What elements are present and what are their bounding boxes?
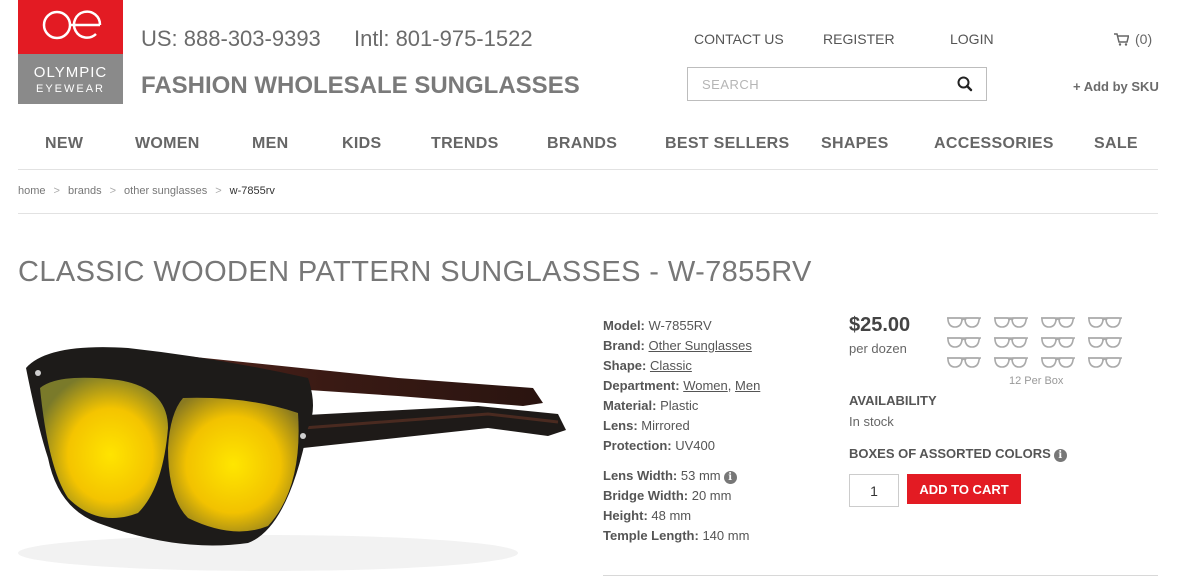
nav-item-accessories[interactable]: ACCESSORIES	[934, 135, 1054, 153]
price-unit: per dozen	[849, 341, 907, 356]
logo-subname: EYEWEAR	[35, 83, 105, 95]
nav-item-best-sellers[interactable]: BEST SELLERS	[665, 135, 790, 153]
logo-wordmark: OLYMPIC EYEWEAR	[18, 54, 123, 104]
logo-glasses-icon	[42, 10, 102, 40]
spec-bridge-width: Bridge Width: 20 mm	[603, 488, 732, 503]
nav-item-shapes[interactable]: SHAPES	[821, 135, 889, 153]
info-icon[interactable]: i	[1053, 449, 1067, 462]
contact-us-link[interactable]: CONTACT US	[694, 31, 784, 47]
register-link[interactable]: REGISTER	[823, 31, 895, 47]
spec-height: Height: 48 mm	[603, 508, 692, 523]
info-icon[interactable]: i	[723, 471, 737, 484]
breadcrumb-brands[interactable]: brands	[68, 185, 102, 197]
login-link[interactable]: LOGIN	[950, 31, 994, 47]
spec-lens-width: Lens Width: 53 mm i	[603, 468, 737, 484]
phone-us: US: 888-303-9393	[141, 26, 321, 51]
nav-item-sale[interactable]: SALE	[1094, 135, 1138, 153]
nav-item-women[interactable]: WOMEN	[135, 135, 200, 153]
price: $25.00	[849, 314, 911, 336]
breadcrumb-separator: >	[109, 185, 117, 197]
department-women-link[interactable]: Women	[683, 378, 728, 393]
spec-protection: Protection: UV400	[603, 438, 715, 453]
spec-lens: Lens: Mirrored	[603, 418, 690, 433]
department-men-link[interactable]: Men	[735, 378, 760, 393]
spec-shape: Shape: Classic	[603, 358, 692, 373]
nav-item-brands[interactable]: BRANDS	[547, 135, 617, 153]
nav-item-kids[interactable]: KIDS	[342, 135, 381, 153]
main-nav: NEW WOMEN MEN KIDS TRENDS BRANDS BEST SE…	[18, 118, 1158, 170]
box-glasses-icon	[946, 317, 1123, 368]
breadcrumb-separator: >	[215, 185, 222, 197]
divider	[603, 575, 1158, 576]
search-box	[687, 67, 987, 101]
cart-button[interactable]: (0)	[1114, 31, 1152, 47]
spec-material: Material: Plastic	[603, 398, 699, 413]
spec-brand: Brand: Other Sunglasses	[603, 338, 752, 353]
breadcrumb-other-sunglasses[interactable]: other sunglasses	[124, 185, 207, 197]
spec-department: Department: Women, Men	[603, 378, 761, 393]
search-input[interactable]	[688, 68, 950, 100]
breadcrumb-current: w-7855rv	[229, 185, 275, 197]
search-icon[interactable]	[956, 75, 974, 93]
spec-temple-length: Temple Length: 140 mm	[603, 528, 750, 543]
breadcrumb-separator: >	[53, 185, 60, 197]
breadcrumb-home[interactable]: home	[18, 185, 46, 197]
site-tagline: FASHION WHOLESALE SUNGLASSES	[141, 72, 580, 99]
cart-icon	[1114, 33, 1130, 46]
add-by-sku-link[interactable]: + Add by SKU	[1073, 79, 1159, 94]
logo-mark	[18, 0, 123, 54]
brand-link[interactable]: Other Sunglasses	[649, 338, 752, 353]
spec-model: Model: W-7855RV	[603, 318, 712, 333]
add-to-cart-button[interactable]: ADD TO CART	[907, 474, 1021, 504]
nav-item-new[interactable]: NEW	[45, 135, 83, 153]
shape-link[interactable]: Classic	[650, 358, 692, 373]
per-box-label: 12 Per Box	[1009, 375, 1064, 387]
nav-item-men[interactable]: MEN	[252, 135, 288, 153]
boxes-label: BOXES OF ASSORTED COLORS i	[849, 446, 1067, 462]
divider	[18, 213, 1158, 214]
logo-name: OLYMPIC	[33, 64, 108, 81]
phone-intl: Intl: 801-975-1522	[354, 26, 533, 51]
quantity-input[interactable]	[849, 474, 899, 507]
logo[interactable]: OLYMPIC EYEWEAR	[18, 0, 123, 104]
cart-count: (0)	[1135, 31, 1153, 47]
breadcrumb: home > brands > other sunglasses > w-7855rv	[18, 185, 275, 197]
nav-item-trends[interactable]: TRENDS	[431, 135, 499, 153]
availability-label: AVAILABILITY	[849, 393, 937, 408]
availability-status: In stock	[849, 414, 894, 429]
page-title: CLASSIC WOODEN PATTERN SUNGLASSES - W-78…	[18, 256, 812, 288]
product-image[interactable]	[18, 318, 583, 577]
